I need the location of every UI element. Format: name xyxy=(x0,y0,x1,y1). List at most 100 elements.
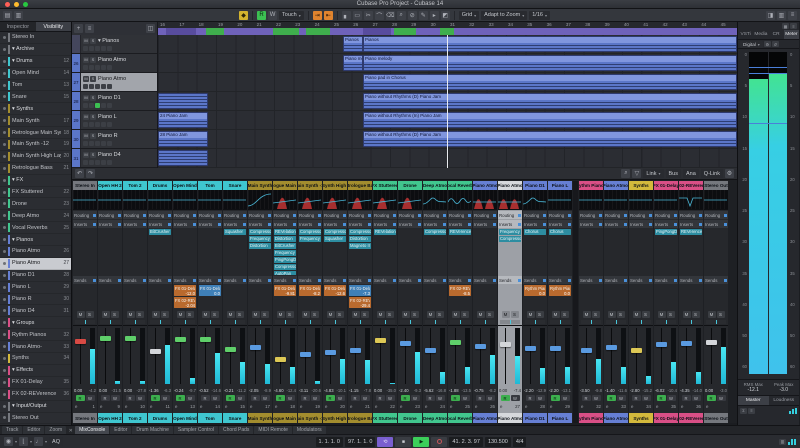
fader-handle[interactable] xyxy=(581,348,592,353)
automation-read-button[interactable]: R xyxy=(501,395,510,401)
midi-clip[interactable]: Pianos xyxy=(343,36,363,52)
routing-slot[interactable]: Routing xyxy=(498,211,522,219)
track-visible-dot[interactable] xyxy=(3,416,6,419)
automation-write-button[interactable]: W xyxy=(486,395,495,401)
fader-handle[interactable] xyxy=(500,342,511,347)
channel-mute-button[interactable]: M xyxy=(152,311,160,318)
track-control-button[interactable] xyxy=(83,122,88,127)
pan-control[interactable] xyxy=(200,320,220,324)
channel-solo-button[interactable]: S xyxy=(667,311,675,318)
track-visible-dot[interactable] xyxy=(3,274,6,277)
channel-name-label[interactable]: Drone xyxy=(398,413,422,423)
channel-name-label[interactable]: Stereo In xyxy=(73,413,97,423)
automation-write-button[interactable]: W xyxy=(511,395,520,401)
sends-header[interactable]: Sends xyxy=(579,276,603,284)
channel-solo-button[interactable]: S xyxy=(461,311,469,318)
send-slot[interactable]: FX 01-Delay0.0 xyxy=(199,285,221,296)
routing-slot[interactable]: Routing xyxy=(579,211,603,219)
send-slot[interactable]: FX 01-Delay-7.3 xyxy=(349,285,371,296)
routing-slot[interactable]: Routing xyxy=(123,211,147,219)
pan-control[interactable] xyxy=(581,320,601,324)
track-control-button[interactable] xyxy=(89,160,94,165)
inserts-header[interactable]: Inserts xyxy=(98,220,122,228)
fader-handle[interactable] xyxy=(606,345,617,350)
fader-handle[interactable] xyxy=(75,339,86,344)
insert-plugin-slot[interactable]: Compressor xyxy=(324,229,346,235)
channel-edit-button[interactable]: e xyxy=(100,404,102,409)
channel-solo-button[interactable]: S xyxy=(486,311,494,318)
visibility-row[interactable]: Synths34 xyxy=(0,353,71,365)
automation-write-button[interactable]: W xyxy=(136,395,145,401)
track-filter-icon[interactable]: ≡ xyxy=(85,24,94,33)
visibility-row[interactable]: Drone23 xyxy=(0,198,71,210)
channel-eq-curve[interactable] xyxy=(223,190,247,210)
color-tool-icon[interactable]: ◩ xyxy=(441,11,450,20)
mixer-channel-strip[interactable]: SnareRoutingInsertsSquasherSendsMS-0.21-… xyxy=(223,181,247,423)
track-control-button[interactable] xyxy=(101,84,106,89)
ana-button[interactable]: Ana xyxy=(683,169,699,178)
channel-mute-button[interactable]: M xyxy=(102,311,110,318)
track-visible-dot[interactable] xyxy=(3,333,6,336)
pan-control[interactable] xyxy=(525,320,545,324)
close-lower-zone-icon[interactable]: ✕ xyxy=(67,427,74,434)
automation-read-button[interactable]: R xyxy=(76,395,85,401)
insert-plugin-slot[interactable]: Compressor xyxy=(249,229,271,235)
window-layout-icon[interactable]: ▥ xyxy=(14,11,23,20)
sends-header[interactable]: Sends xyxy=(448,276,472,284)
inserts-header[interactable]: Inserts xyxy=(548,220,572,228)
inserts-header[interactable]: Inserts xyxy=(398,220,422,228)
channel-name-label[interactable]: Deep Atmo xyxy=(423,181,447,190)
channel-mute-button[interactable]: M xyxy=(227,311,235,318)
send-slot[interactable]: FX 02-REVerence-8.5 xyxy=(449,285,471,296)
automation-read-button[interactable]: R xyxy=(451,395,460,401)
track-visible-dot[interactable] xyxy=(3,202,6,205)
pan-control[interactable] xyxy=(100,320,120,324)
automation-write-button[interactable]: W xyxy=(286,395,295,401)
automation-write-button[interactable]: W xyxy=(692,395,701,401)
record-button[interactable] xyxy=(431,437,447,447)
inserts-header[interactable]: Inserts xyxy=(273,220,297,228)
sends-header[interactable]: Sends xyxy=(98,276,122,284)
panel-setup-icon[interactable]: ▦ xyxy=(782,23,789,29)
channel-name-label[interactable]: Piano D1 xyxy=(523,181,547,190)
record-enable-button[interactable] xyxy=(95,141,100,146)
channel-name-label[interactable]: Stereo Out xyxy=(704,413,728,423)
track-visible-dot[interactable] xyxy=(3,36,6,39)
mixer-channel-strip[interactable]: Piano D1RoutingInsertsChorusSendsRythm P… xyxy=(523,181,547,423)
mute-button[interactable]: M xyxy=(83,95,89,101)
track-visible-dot[interactable] xyxy=(3,214,6,217)
track-header[interactable]: 31MSPiano D4 xyxy=(72,149,157,168)
track-control-button[interactable] xyxy=(89,103,94,108)
record-enable-button[interactable] xyxy=(95,160,100,165)
automation-write-button[interactable]: W xyxy=(411,395,420,401)
mixer-channel-strip[interactable]: Piano LRoutingInsertsChorusSendsRythm Pi… xyxy=(548,181,572,423)
fader-handle[interactable] xyxy=(275,357,286,362)
loudness-sum-icon[interactable]: Σ xyxy=(740,408,747,414)
zone-toggle-track[interactable]: Track xyxy=(2,426,22,434)
channel-fader[interactable] xyxy=(654,325,678,386)
channel-fader[interactable] xyxy=(579,325,603,386)
track-control-button[interactable] xyxy=(89,65,94,70)
channel-edit-button[interactable]: e xyxy=(175,404,177,409)
channel-mute-button[interactable]: M xyxy=(77,311,85,318)
channel-eq-curve[interactable] xyxy=(373,190,397,210)
channel-edit-button[interactable]: e xyxy=(500,404,502,409)
track-visible-dot[interactable] xyxy=(3,286,6,289)
channel-edit-button[interactable]: e xyxy=(375,404,377,409)
record-enable-button[interactable] xyxy=(95,46,100,51)
channel-name-label[interactable]: Piano Atmo xyxy=(473,181,497,190)
visibility-row[interactable]: ▾ FX xyxy=(0,175,71,187)
inserts-header[interactable]: Inserts xyxy=(298,220,322,228)
automation-write-button[interactable]: W xyxy=(361,395,370,401)
channel-fader[interactable] xyxy=(348,325,372,386)
fader-handle[interactable] xyxy=(200,337,211,342)
channel-fader[interactable] xyxy=(123,325,147,386)
mute-button[interactable]: M xyxy=(83,38,89,44)
inserts-header[interactable]: Inserts xyxy=(323,220,347,228)
track-control-button[interactable] xyxy=(107,65,112,70)
track-visible-dot[interactable] xyxy=(3,298,6,301)
routing-slot[interactable]: Routing xyxy=(173,211,197,219)
channel-edit-button[interactable]: e xyxy=(150,404,152,409)
channel-mute-button[interactable]: M xyxy=(277,311,285,318)
visibility-row[interactable]: Open Mind14 xyxy=(0,68,71,80)
